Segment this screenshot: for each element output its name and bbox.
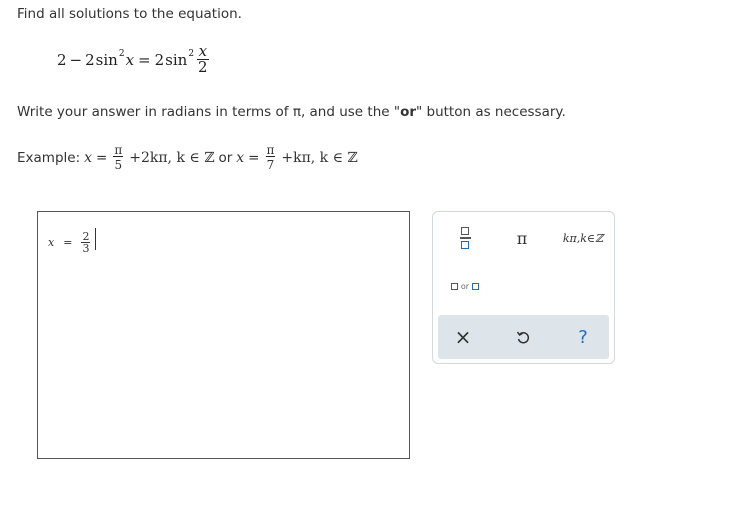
example-frac1: π 5 (113, 143, 124, 172)
eq-minus: − (69, 50, 83, 69)
example-frac2: π 7 (265, 143, 276, 172)
palette-toolbar: × ? (438, 315, 609, 359)
undo-icon (516, 331, 530, 344)
answer-expression: x = 2 3 (48, 227, 97, 255)
example-eq1: = (96, 149, 108, 166)
text-cursor (95, 227, 97, 250)
math-palette: π kπ,k∈ℤ or × ? (432, 211, 615, 364)
fraction-template-icon (459, 227, 471, 249)
or-label: or (460, 281, 470, 291)
answer-frac-num: 2 (82, 230, 90, 243)
or-right-slot-icon (472, 282, 480, 290)
close-icon: × (454, 325, 472, 349)
eq-coef-left: 2 (85, 50, 95, 69)
answer-fraction: 2 3 (81, 230, 91, 255)
eq-equals: = (138, 50, 151, 69)
example-x2: x (236, 149, 245, 166)
eq-fraction: x 2 (197, 44, 209, 75)
example-x1: x (84, 149, 93, 166)
help-icon: ? (578, 326, 588, 348)
eq-var: x (125, 50, 135, 69)
eq-fn-right: sin (165, 50, 188, 69)
example-eq2: = (248, 149, 260, 166)
eq-frac-den: 2 (197, 58, 209, 76)
kpi-label: kπ,k∈ℤ (562, 231, 604, 245)
example-line: Example: x = π 5 +2kπ, k ∈ ℤ or x = π 7 … (17, 144, 358, 171)
help-button[interactable]: ? (568, 322, 598, 352)
eq-power-right: 2 (188, 48, 195, 59)
eq-coef-right: 2 (154, 50, 165, 69)
instruction-text-post: " button as necessary. (416, 104, 566, 120)
fraction-template-button[interactable] (451, 224, 479, 252)
or-left-slot-icon (450, 282, 458, 290)
example-frac1-den: 5 (113, 156, 124, 172)
or-button[interactable]: or (447, 276, 483, 296)
equation: 2 − 2 sin 2 x = 2 sin 2 x 2 (57, 44, 209, 75)
eq-power-left: 2 (118, 48, 125, 59)
example-term2: +kπ, k ∈ ℤ (281, 149, 358, 166)
example-label: Example: (17, 149, 81, 166)
eq-frac-num: x (198, 42, 208, 60)
undo-button[interactable] (508, 322, 538, 352)
answer-equals: = (63, 236, 73, 249)
answer-lhs: x (48, 236, 55, 249)
answer-frac-den: 3 (81, 242, 91, 255)
kpi-k-in-z-button[interactable]: kπ,k∈ℤ (553, 224, 613, 252)
pi-label: π (516, 228, 528, 248)
clear-button[interactable]: × (448, 322, 478, 352)
example-frac2-num: π (266, 143, 275, 157)
pi-button[interactable]: π (508, 224, 536, 252)
eq-const: 2 (57, 50, 67, 69)
answer-input[interactable]: x = 2 3 (37, 211, 410, 459)
question-prompt: Find all solutions to the equation. (17, 6, 242, 22)
instruction-text-pre: Write your answer in radians in terms of… (17, 104, 401, 120)
eq-fn-left: sin (95, 50, 118, 69)
instruction-or-bold: or (400, 104, 416, 120)
instruction: Write your answer in radians in terms of… (17, 104, 566, 120)
example-or: or (218, 149, 233, 166)
example-frac1-num: π (114, 143, 123, 157)
example-frac2-den: 7 (265, 156, 276, 172)
example-term1: +2kπ, k ∈ ℤ (129, 149, 215, 166)
